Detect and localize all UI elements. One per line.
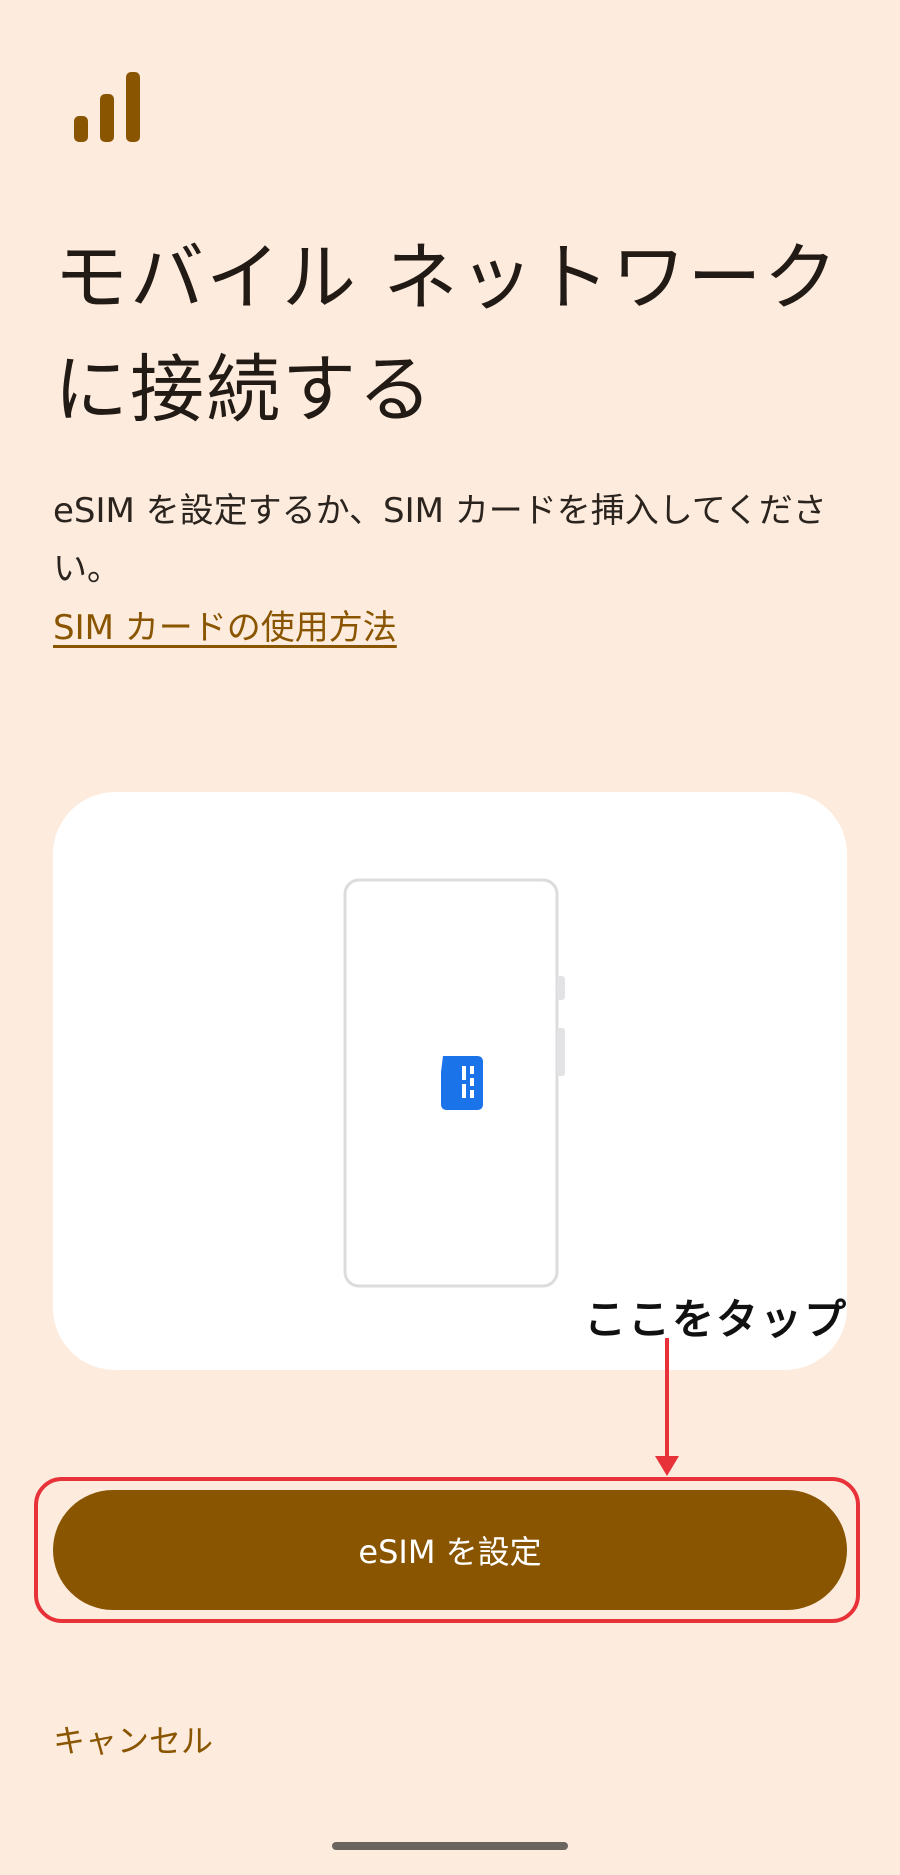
description-text: eSIM を設定するか、SIM カードを挿入してください。 bbox=[53, 491, 827, 589]
sim-card-help-link[interactable]: SIM カードの使用方法 bbox=[53, 604, 397, 652]
setup-esim-button[interactable]: eSIM を設定 bbox=[53, 1490, 847, 1610]
home-indicator[interactable] bbox=[332, 1842, 568, 1850]
phone-illustration bbox=[343, 878, 565, 1288]
sim-card-icon bbox=[441, 1056, 483, 1110]
cancel-button[interactable]: キャンセル bbox=[53, 1716, 213, 1762]
page-title: モバイル ネットワークに接続する bbox=[54, 235, 840, 433]
annotation-arrow-icon bbox=[655, 1338, 679, 1476]
illustration-card bbox=[53, 792, 847, 1370]
annotation-label: ここをタップ bbox=[584, 1295, 849, 1344]
signal-bars-icon bbox=[74, 72, 140, 142]
